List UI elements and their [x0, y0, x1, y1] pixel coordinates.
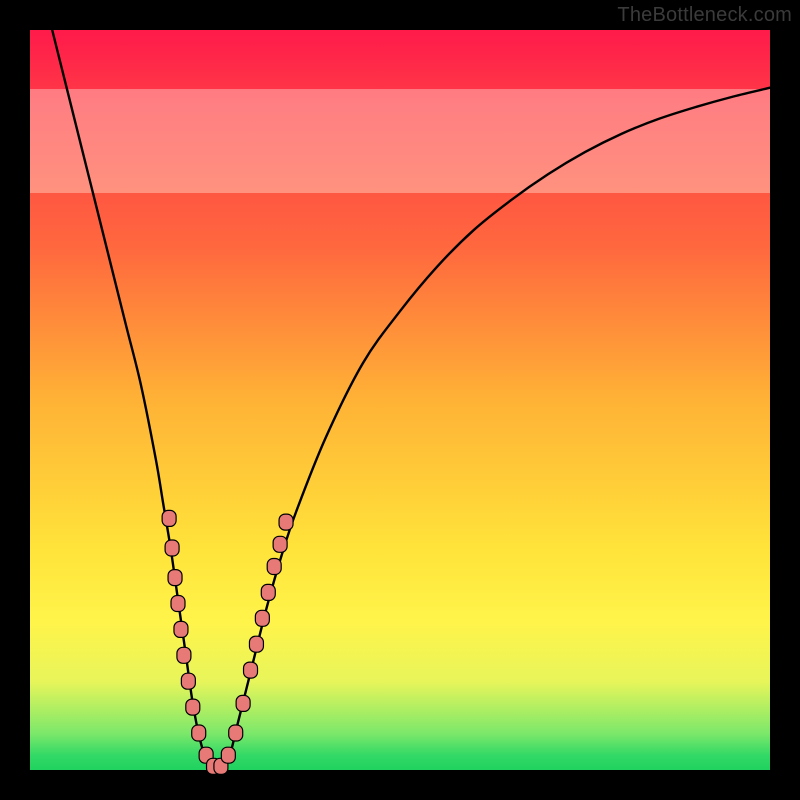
data-marker	[267, 559, 281, 575]
data-marker	[174, 621, 188, 637]
data-marker	[244, 662, 258, 678]
data-marker	[165, 540, 179, 556]
data-marker	[249, 636, 263, 652]
data-marker	[221, 747, 235, 763]
data-marker	[273, 536, 287, 552]
plot-area	[30, 30, 770, 770]
data-marker	[162, 510, 176, 526]
data-marker	[181, 673, 195, 689]
data-marker	[279, 514, 293, 530]
data-marker	[229, 725, 243, 741]
data-marker	[236, 695, 250, 711]
data-marker	[177, 647, 191, 663]
data-marker	[168, 570, 182, 586]
watermark-text: TheBottleneck.com	[617, 4, 792, 27]
curve-svg	[30, 30, 770, 770]
data-marker	[171, 596, 185, 612]
data-marker	[255, 610, 269, 626]
data-marker	[192, 725, 206, 741]
data-marker	[261, 584, 275, 600]
data-marker	[186, 699, 200, 715]
bottleneck-curve-path	[52, 30, 770, 771]
markers-group	[162, 510, 293, 774]
chart-frame: TheBottleneck.com	[0, 0, 800, 800]
